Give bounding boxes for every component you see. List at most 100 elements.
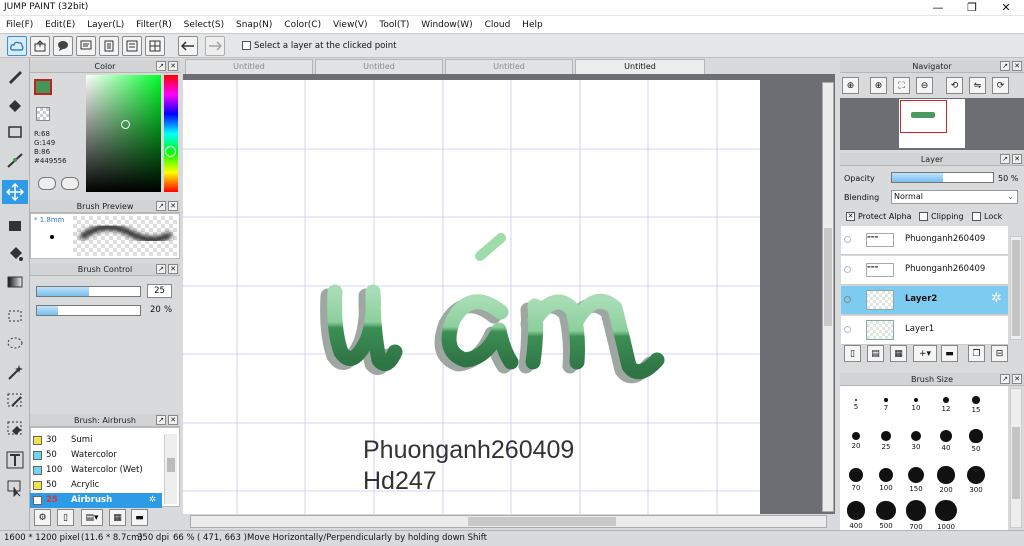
move-tool-icon[interactable] (2, 180, 28, 204)
brush-item-watercolor[interactable]: 50 Watercolor (30, 448, 162, 463)
blending-select[interactable]: Normal ⌄ (891, 190, 1018, 204)
brush-size-option[interactable]: 70 (842, 461, 870, 492)
eraser-tool-icon[interactable] (2, 92, 28, 116)
menu-window[interactable]: Window(W) (418, 16, 475, 34)
brush-list-scrollbar[interactable] (164, 434, 177, 504)
menu-color[interactable]: Color(C) (281, 16, 324, 34)
detach-icon[interactable]: ↗ (156, 201, 166, 211)
lock-checkbox[interactable] (972, 212, 981, 221)
new-layer-icon[interactable]: ▯ (844, 345, 861, 362)
magic-wand-tool-icon[interactable] (2, 360, 28, 384)
select-eraser-tool-icon[interactable] (2, 416, 28, 440)
eye-icon[interactable] (844, 296, 851, 303)
canvas-paper[interactable]: Phuonganh260409 Hd247 (183, 80, 760, 514)
brush-size-input[interactable]: 25 (147, 284, 172, 298)
protect-alpha-checkbox[interactable]: ✕ (846, 212, 855, 221)
select-layer-option[interactable]: Select a layer at the clicked point (242, 41, 396, 51)
brush-size-option[interactable]: 300 (962, 461, 990, 494)
brush-size-option[interactable]: 30 (902, 424, 930, 451)
brush-size-option[interactable]: 150 (902, 461, 930, 493)
tab-untitled-active[interactable]: Untitled (575, 59, 705, 74)
document-icon[interactable] (99, 36, 119, 56)
brush-size-option[interactable]: 12 (932, 391, 960, 413)
layer-row[interactable]: ▬▬▬ Phuonganh260409 (841, 256, 1008, 285)
close-panel-icon[interactable]: ✕ (168, 264, 178, 274)
scroll-thumb[interactable] (1012, 427, 1020, 499)
brush-size-option[interactable]: 15 (962, 391, 990, 414)
close-panel-icon[interactable]: ✕ (168, 201, 178, 211)
scroll-thumb[interactable] (167, 458, 175, 472)
layer-row[interactable]: ▬▬▬ Phuonganh260409 (841, 226, 1008, 255)
brush-size-option[interactable]: 50 (962, 424, 990, 453)
transparent-swatch[interactable] (36, 107, 50, 121)
settings-icon[interactable]: ✲ (149, 493, 156, 508)
brush-size-option[interactable]: 40 (932, 424, 960, 452)
fill-rect-tool-icon[interactable] (2, 214, 28, 238)
brush-size-option[interactable]: 200 (932, 461, 960, 494)
redo-button[interactable] (205, 36, 225, 56)
brush-size-option[interactable]: 100 (872, 461, 900, 492)
operation-tool-icon[interactable] (2, 476, 28, 500)
menu-cloud[interactable]: Cloud (482, 16, 514, 34)
close-panel-icon[interactable]: ✕ (1012, 61, 1022, 71)
tab-untitled-3[interactable]: Untitled (445, 59, 573, 74)
menu-help[interactable]: Help (519, 16, 546, 34)
gear-icon[interactable]: ⚙ (34, 509, 51, 526)
text-tool-icon[interactable] (2, 448, 28, 472)
brush-size-slider[interactable] (36, 286, 141, 297)
close-panel-icon[interactable]: ✕ (168, 61, 178, 71)
scroll-thumb[interactable] (824, 228, 832, 326)
line-tool-icon[interactable] (2, 148, 28, 172)
tab-untitled-1[interactable]: Untitled (185, 59, 313, 74)
brush-size-option[interactable]: 500 (872, 498, 900, 530)
folder-icon[interactable]: ▬ (131, 509, 148, 526)
maximize-button[interactable]: ❐ (955, 0, 989, 16)
scroll-thumb[interactable] (1012, 240, 1020, 336)
comment-icon[interactable] (76, 36, 96, 56)
close-button[interactable]: ✕ (989, 0, 1023, 16)
merge-layer-icon[interactable]: ⊟ (991, 345, 1008, 362)
zoom-in-alt-icon[interactable]: ⊕ (870, 77, 887, 94)
brush-copy-icon[interactable]: ▦ (109, 509, 126, 526)
flip-icon[interactable]: ⇋ (969, 77, 986, 94)
brush-size-scrollbar[interactable] (1010, 388, 1022, 528)
eye-icon[interactable] (844, 236, 851, 243)
detach-icon[interactable]: ↗ (156, 264, 166, 274)
close-panel-icon[interactable]: ✕ (1012, 374, 1022, 384)
new-brush-icon[interactable]: ▯ (57, 509, 74, 526)
brush-size-option[interactable]: 7 (872, 391, 900, 412)
select-layer-checkbox[interactable] (242, 41, 251, 50)
menu-layer[interactable]: Layer(L) (84, 16, 127, 34)
reset-rotation-icon[interactable]: ⟳ (992, 77, 1009, 94)
layer-settings-icon[interactable]: ✲ (991, 291, 1002, 306)
speech-bubble-icon[interactable] (53, 36, 73, 56)
rotate-icon[interactable]: ⟲ (946, 77, 963, 94)
gradient-tool-icon[interactable] (2, 270, 28, 294)
opacity-slider[interactable] (891, 172, 994, 183)
add-brush-menu-icon[interactable]: ▤▾ (81, 509, 103, 526)
detach-icon[interactable]: ↗ (1000, 154, 1010, 164)
tab-untitled-2[interactable]: Untitled (315, 59, 443, 74)
zoom-in-icon[interactable]: ⊕ (842, 77, 859, 94)
new-1bit-layer-icon[interactable]: ▦ (890, 345, 907, 362)
hue-handle[interactable] (165, 146, 176, 157)
brush-density-slider[interactable] (36, 305, 141, 316)
brush-size-option[interactable]: 400 (842, 498, 870, 530)
menu-view[interactable]: View(V) (330, 16, 371, 34)
grid-icon[interactable] (145, 36, 165, 56)
close-panel-icon[interactable]: ✕ (168, 415, 178, 425)
detach-icon[interactable]: ↗ (156, 61, 166, 71)
new-8bit-layer-icon[interactable]: ▤ (867, 345, 884, 362)
saturation-value-picker[interactable] (86, 75, 161, 192)
detach-icon[interactable]: ↗ (1000, 61, 1010, 71)
navigator-thumbnail[interactable] (899, 99, 965, 148)
clipping-checkbox[interactable] (919, 212, 928, 221)
add-layer-menu-icon[interactable]: +▾ (913, 345, 937, 362)
menu-filter[interactable]: Filter(R) (133, 16, 175, 34)
hue-slider[interactable] (164, 75, 178, 192)
brush-item-watercolor-wet[interactable]: 100 Watercolor (Wet) (30, 463, 162, 478)
menu-snap[interactable]: Snap(N) (233, 16, 275, 34)
brush-size-option[interactable]: 20 (842, 424, 870, 450)
cloud-icon[interactable] (7, 36, 27, 56)
layer-folder-icon[interactable]: ▬ (941, 345, 958, 362)
